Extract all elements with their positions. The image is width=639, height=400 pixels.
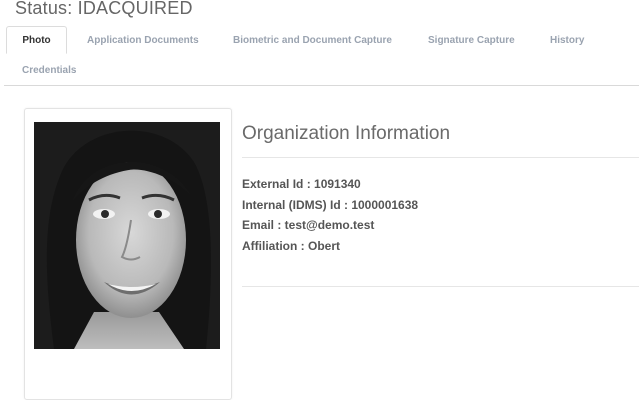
organization-title: Organization Information xyxy=(242,123,451,144)
affiliation: Affiliation : Obert xyxy=(242,238,340,253)
email: Email : test@demo.test xyxy=(242,218,375,232)
status-heading: Status: IDACQUIRED xyxy=(15,0,193,18)
internal-id: Internal (IDMS) Id : 1000001638 xyxy=(242,197,419,212)
tab-application-documents[interactable]: Application Documents xyxy=(71,27,215,55)
photo-card xyxy=(24,108,232,400)
tab-biometric-document-capture[interactable]: Biometric and Document Capture xyxy=(217,27,408,55)
tab-photo[interactable]: Photo xyxy=(6,26,67,54)
organization-info: External Id : 1091340 Internal (IDMS) Id… xyxy=(242,174,418,256)
tab-history[interactable]: History xyxy=(534,27,600,55)
tab-credentials[interactable]: Credentials xyxy=(6,57,92,85)
tab-bar: Photo Application Documents Biometric an… xyxy=(4,26,639,86)
divider xyxy=(242,157,639,158)
portrait-image xyxy=(34,122,220,349)
external-id: External Id : 1091340 xyxy=(242,177,361,191)
portrait-photo xyxy=(34,122,220,349)
divider xyxy=(242,286,639,287)
tab-signature-capture[interactable]: Signature Capture xyxy=(412,27,531,55)
